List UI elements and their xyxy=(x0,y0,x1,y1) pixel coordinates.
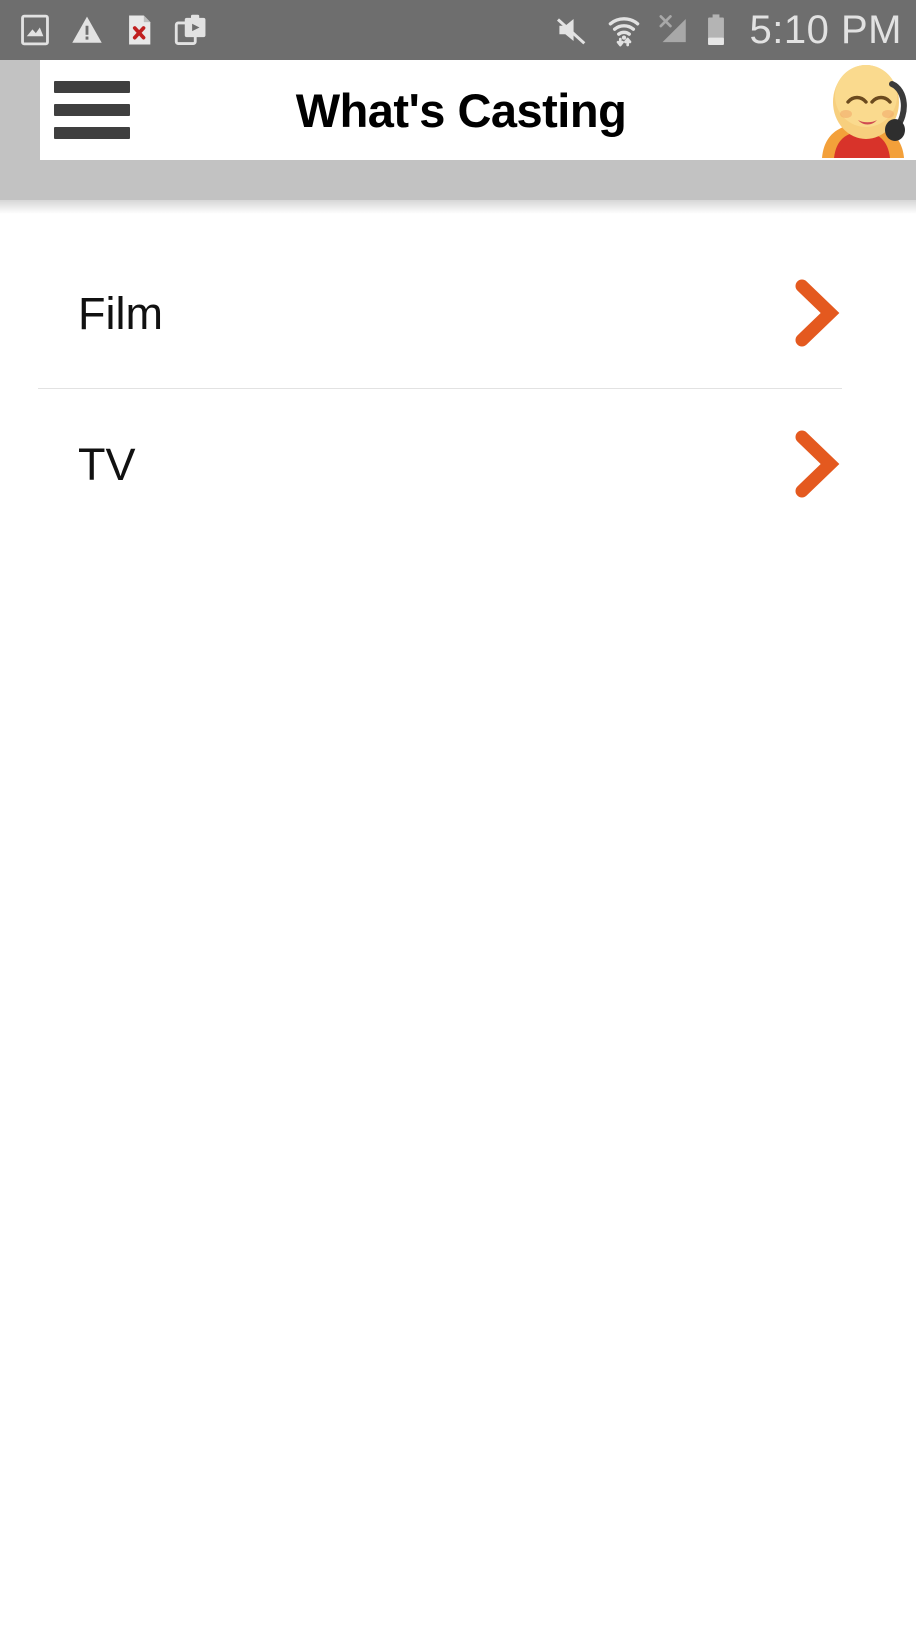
avatar[interactable] xyxy=(808,60,916,160)
file-error-icon xyxy=(129,15,151,45)
list-item-tv[interactable]: TV xyxy=(0,389,916,539)
hamburger-bar-3 xyxy=(54,127,130,139)
wifi-transfer-icon xyxy=(608,17,639,47)
chevron-right-icon xyxy=(790,276,842,350)
status-bar: 5:10 PM xyxy=(0,0,916,60)
list-item-film[interactable]: Film xyxy=(0,238,916,388)
app-bar: What's Casting xyxy=(40,60,916,160)
page-title: What's Casting xyxy=(295,83,627,137)
warning-triangle-icon xyxy=(72,16,102,43)
battery-icon xyxy=(707,14,724,46)
hamburger-bar-1 xyxy=(54,81,130,93)
status-bar-system-icons: 5:10 PM xyxy=(554,10,902,50)
screenshot-image-icon xyxy=(21,14,49,46)
phone-screen: 5:10 PM What's Casting Film TV xyxy=(0,0,916,1628)
volume-muted-icon xyxy=(556,18,585,45)
list-item-label: Film xyxy=(78,287,163,339)
status-bar-clock: 5:10 PM xyxy=(749,8,902,52)
status-bar-notification-icons xyxy=(18,13,208,47)
cellular-no-signal-icon xyxy=(659,15,686,43)
toolbar-shadow xyxy=(0,200,916,214)
category-list: Film TV xyxy=(0,214,916,539)
main-content: Film TV xyxy=(0,214,916,1628)
person-with-headset-icon xyxy=(822,65,907,158)
media-clipboard-icon xyxy=(174,14,206,46)
hamburger-menu-icon[interactable] xyxy=(40,60,140,160)
list-item-label: TV xyxy=(78,438,136,490)
chevron-right-icon xyxy=(790,427,842,501)
hamburger-bar-2 xyxy=(54,104,130,116)
